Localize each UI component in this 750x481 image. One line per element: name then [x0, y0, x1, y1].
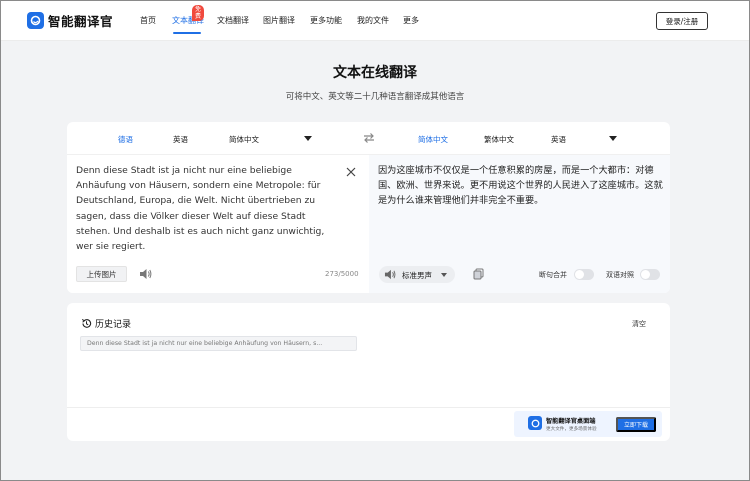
- toggle-knob: [575, 270, 584, 279]
- nav-my-files[interactable]: 我的文件: [357, 15, 389, 26]
- history-icon: [81, 318, 92, 328]
- target-lang-english[interactable]: 英语: [551, 134, 566, 145]
- speaker-icon[interactable]: [139, 268, 152, 280]
- speaker-icon[interactable]: [384, 269, 396, 280]
- history-title: 历史记录: [95, 320, 132, 330]
- language-bar: 德语 英语 简体中文 简体中文 繁体中文 英语: [67, 122, 670, 155]
- chevron-down-icon: [441, 273, 447, 277]
- copy-icon[interactable]: [473, 268, 484, 280]
- target-text-area: 因为这座城市不仅仅是一个任意积累的房屋，而是一个大都市：对德国、欧洲、世界来说。…: [369, 155, 670, 293]
- download-now-button[interactable]: 立即下载: [616, 417, 656, 432]
- translation-panel: 德语 英语 简体中文 简体中文 繁体中文 英语 Denn diese Stadt…: [67, 122, 670, 293]
- source-text[interactable]: Denn diese Stadt ist ja nicht nur eine b…: [76, 163, 331, 254]
- merge-sentences-toggle[interactable]: [574, 269, 594, 280]
- logo-icon: [27, 12, 44, 29]
- upload-image-button[interactable]: 上传图片: [76, 266, 127, 282]
- target-lang-simplified[interactable]: 简体中文: [418, 134, 448, 145]
- voice-label: 标准男声: [402, 271, 432, 280]
- login-register-button[interactable]: 登录/注册: [656, 12, 708, 30]
- target-lang-traditional[interactable]: 繁体中文: [484, 134, 514, 145]
- promo-desc: 更大文件，更多场景体验: [546, 427, 597, 432]
- merge-sentences-label: 断句合并: [539, 271, 567, 279]
- source-lang-german[interactable]: 德语: [118, 134, 133, 145]
- history-header: 历史记录: [81, 317, 131, 330]
- voice-selector[interactable]: 标准男声: [379, 266, 455, 283]
- nav-more[interactable]: 更多: [403, 15, 419, 26]
- app-logo-icon: [528, 416, 542, 430]
- nav-doc-translate[interactable]: 文档翻译: [217, 15, 249, 26]
- toggle-knob: [641, 270, 650, 279]
- page-title: 文本在线翻译: [333, 65, 417, 81]
- target-lang-dropdown-icon[interactable]: [609, 136, 617, 141]
- nav-home[interactable]: 首页: [140, 15, 156, 26]
- logo-text: 智能翻译官: [48, 14, 114, 29]
- nav-active-underline: [173, 32, 201, 34]
- source-lang-chinese[interactable]: 简体中文: [229, 134, 259, 145]
- nav-image-translate[interactable]: 图片翻译: [263, 15, 295, 26]
- char-count: 273/5000: [325, 270, 359, 278]
- logo[interactable]: 智能翻译官: [27, 11, 113, 30]
- nav-more-features[interactable]: 更多功能: [310, 15, 342, 26]
- top-header: 智能翻译官 首页 文本翻译 免费 文档翻译 图片翻译 更多功能 我的文件 更多 …: [1, 1, 749, 41]
- divider: [67, 407, 670, 408]
- source-lang-english[interactable]: 英语: [173, 134, 188, 145]
- source-text-area[interactable]: Denn diese Stadt ist ja nicht nur eine b…: [67, 155, 369, 293]
- bilingual-toggle[interactable]: [640, 269, 660, 280]
- swap-languages-icon[interactable]: [363, 132, 375, 144]
- clear-history-button[interactable]: 清空: [632, 319, 646, 329]
- page-subtitle: 可将中文、英文等二十几种语言翻译成其他语言: [285, 92, 465, 102]
- translated-text: 因为这座城市不仅仅是一个任意积累的房屋，而是一个大都市：对德国、欧洲、世界来说。…: [378, 165, 663, 207]
- promo-title: 智能翻译官桌面端: [546, 418, 596, 425]
- history-item[interactable]: Denn diese Stadt ist ja nicht nur eine b…: [80, 336, 357, 351]
- history-panel: 历史记录 清空 Denn diese Stadt ist ja nicht nu…: [67, 303, 670, 441]
- close-icon[interactable]: [346, 167, 356, 177]
- bilingual-label: 双语对照: [606, 271, 634, 279]
- desktop-promo: 智能翻译官桌面端 更大文件，更多场景体验 立即下载: [514, 411, 662, 437]
- source-lang-dropdown-icon[interactable]: [304, 136, 312, 141]
- free-badge: 免费: [192, 5, 205, 21]
